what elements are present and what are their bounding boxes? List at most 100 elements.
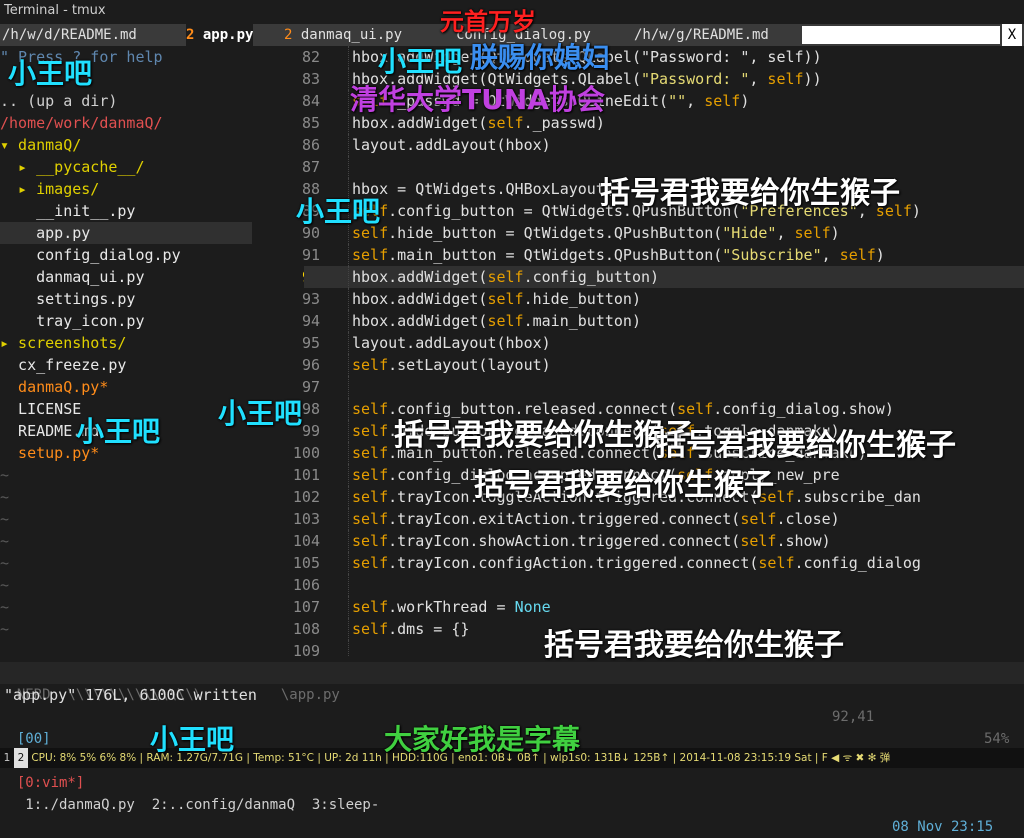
indent-guide — [348, 46, 350, 68]
code-line[interactable]: 95 layout.addLayout(hbox) — [264, 332, 1024, 354]
window-title: Terminal - tmux — [4, 3, 106, 18]
indent-guide — [348, 420, 350, 442]
indent-guide — [348, 464, 350, 486]
tree-item[interactable]: danmaQ.py* — [0, 376, 252, 398]
code-line[interactable]: 97 — [264, 376, 1024, 398]
indent-guide — [348, 310, 350, 332]
indent-guide — [348, 640, 350, 656]
tab-4[interactable]: /h/w/g/README.md — [634, 24, 769, 46]
indent-guide — [348, 266, 350, 288]
code-line[interactable]: 86 layout.addLayout(hbox) — [264, 134, 1024, 156]
danmaku-comment: 朕赐你媳妇 — [470, 41, 611, 74]
line-number: 83 — [301, 70, 320, 88]
danmaku-comment: 元首万岁 — [440, 8, 536, 36]
code-editor[interactable]: 82 hbox.addWidget(QtWidgets.QLabel("Passw… — [264, 46, 1024, 656]
tmux-clock: 08 Nov 23:15 — [892, 819, 994, 835]
tab-number: 2 — [284, 27, 301, 43]
code-text: hbox.addWidget(self.hide_button) — [352, 290, 641, 308]
code-text: self.trayIcon.exitAction.triggered.conne… — [352, 510, 840, 528]
line-number: 86 — [301, 136, 320, 154]
indent-guide — [348, 244, 350, 266]
indent-guide — [348, 596, 350, 618]
empty-line-marker: ~ — [0, 554, 10, 572]
danmaku-comment: 小王吧 — [76, 415, 161, 448]
code-line[interactable]: 91 self.main_button = QtWidgets.QPushButt… — [264, 244, 1024, 266]
workspace-switcher[interactable]: 12 — [0, 748, 31, 768]
tree-item[interactable]: __init__.py — [0, 200, 252, 222]
empty-line-marker: ~ — [0, 620, 10, 638]
line-number: 87 — [301, 158, 320, 176]
code-line[interactable]: 106 — [264, 574, 1024, 596]
line-number: 101 — [292, 466, 320, 484]
tree-item[interactable]: config_dialog.py — [0, 244, 252, 266]
empty-line-marker: ~ — [0, 488, 10, 506]
status-percent: 54% — [984, 731, 1010, 747]
tmux-session[interactable]: [00] — [17, 731, 51, 747]
tree-item[interactable]: app.py — [0, 222, 252, 244]
code-text: self.main_button = QtWidgets.QPushButton… — [352, 246, 885, 264]
tab-0[interactable]: /h/w/d/README.md — [2, 24, 137, 46]
code-line[interactable]: 96 self.setLayout(layout) — [264, 354, 1024, 376]
indent-guide — [348, 574, 350, 596]
tree-item[interactable]: /home/work/danmaQ/ — [0, 112, 252, 134]
line-number: 95 — [301, 334, 320, 352]
indent-guide — [348, 486, 350, 508]
code-text: hbox = QtWidgets.QHBoxLayout() — [352, 180, 623, 198]
line-number: 108 — [292, 620, 320, 638]
tab-1[interactable]: 2 app.py — [186, 24, 254, 46]
tree-item[interactable]: .. (up a dir) — [0, 90, 252, 112]
tree-item[interactable]: danmaq_ui.py — [0, 266, 252, 288]
line-number: 96 — [301, 356, 320, 374]
tab-number: 2 — [186, 27, 203, 43]
code-text: self.hide_button = QtWidgets.QPushButton… — [352, 224, 840, 242]
tmux-window-active[interactable]: [0:vim*] — [17, 775, 84, 791]
line-number: 85 — [301, 114, 320, 132]
code-line[interactable]: 104 self.trayIcon.showAction.triggered.co… — [264, 530, 1024, 552]
tree-item[interactable]: settings.py — [0, 288, 252, 310]
status-filename: \app.py — [280, 687, 340, 703]
code-text: self.dms = {} — [352, 620, 470, 638]
code-text: hbox.addWidget(self.config_button) — [352, 268, 660, 286]
tree-item[interactable]: cx_freeze.py — [0, 354, 252, 376]
danmaku-comment: 大家好我是字幕 — [384, 723, 581, 756]
tree-folder[interactable]: ▸ images/ — [0, 178, 252, 200]
command-message: "app.py" 176L, 6100C written — [4, 686, 257, 704]
nerdtree-statusline: NERD \\\\\\\\\\\\\\\\ — [0, 662, 264, 703]
nerdtree-panel: " Press ? for help.. (up a dir)/home/wor… — [0, 46, 252, 656]
danmaku-comment: 括号君我要给你生猴子 — [544, 628, 844, 663]
line-number: 94 — [301, 312, 320, 330]
tab-label: app.py — [202, 27, 254, 43]
tree-folder[interactable]: ▸ __pycache__/ — [0, 156, 252, 178]
code-line[interactable]: 105 self.trayIcon.configAction.triggered.… — [264, 552, 1024, 574]
line-number: 82 — [301, 48, 320, 66]
code-line[interactable]: 92hbox.addWidget(self.config_button) — [264, 266, 1024, 288]
tmux-window-list[interactable]: 1:./danmaQ.py 2:..config/danmaQ 3:sleep- — [17, 797, 379, 813]
line-number: 107 — [292, 598, 320, 616]
code-line[interactable]: 107 self.workThread = None — [264, 596, 1024, 618]
code-text: hbox.addWidget(self.main_button) — [352, 312, 641, 330]
tabline-close-button[interactable]: X — [1002, 24, 1022, 46]
workspace-1[interactable]: 1 — [0, 748, 14, 768]
tree-item[interactable]: tray_icon.py — [0, 310, 252, 332]
line-number: 104 — [292, 532, 320, 550]
line-number: 105 — [292, 554, 320, 572]
indent-guide — [348, 508, 350, 530]
line-number: 84 — [301, 92, 320, 110]
danmaku-comment: 括号君我要给你生猴子 — [394, 418, 694, 453]
workspace-2[interactable]: 2 — [14, 748, 28, 768]
indent-guide — [348, 332, 350, 354]
danmaku-comment: 小王吧 — [150, 723, 235, 756]
indent-guide — [348, 376, 350, 398]
indent-guide — [348, 354, 350, 376]
code-line[interactable]: 103 self.trayIcon.exitAction.triggered.co… — [264, 508, 1024, 530]
code-text: self.workThread = None — [352, 598, 551, 616]
line-number: 106 — [292, 576, 320, 594]
tree-folder[interactable]: ▾ danmaQ/ — [0, 134, 252, 156]
line-number: 100 — [292, 444, 320, 462]
tree-folder[interactable]: ▸ screenshots/ — [0, 332, 252, 354]
tab-label: /h/w/g/README.md — [634, 27, 769, 43]
code-line[interactable]: 93 hbox.addWidget(self.hide_button) — [264, 288, 1024, 310]
indent-guide — [348, 134, 350, 156]
code-text: self.trayIcon.showAction.triggered.conne… — [352, 532, 831, 550]
code-line[interactable]: 94 hbox.addWidget(self.main_button) — [264, 310, 1024, 332]
